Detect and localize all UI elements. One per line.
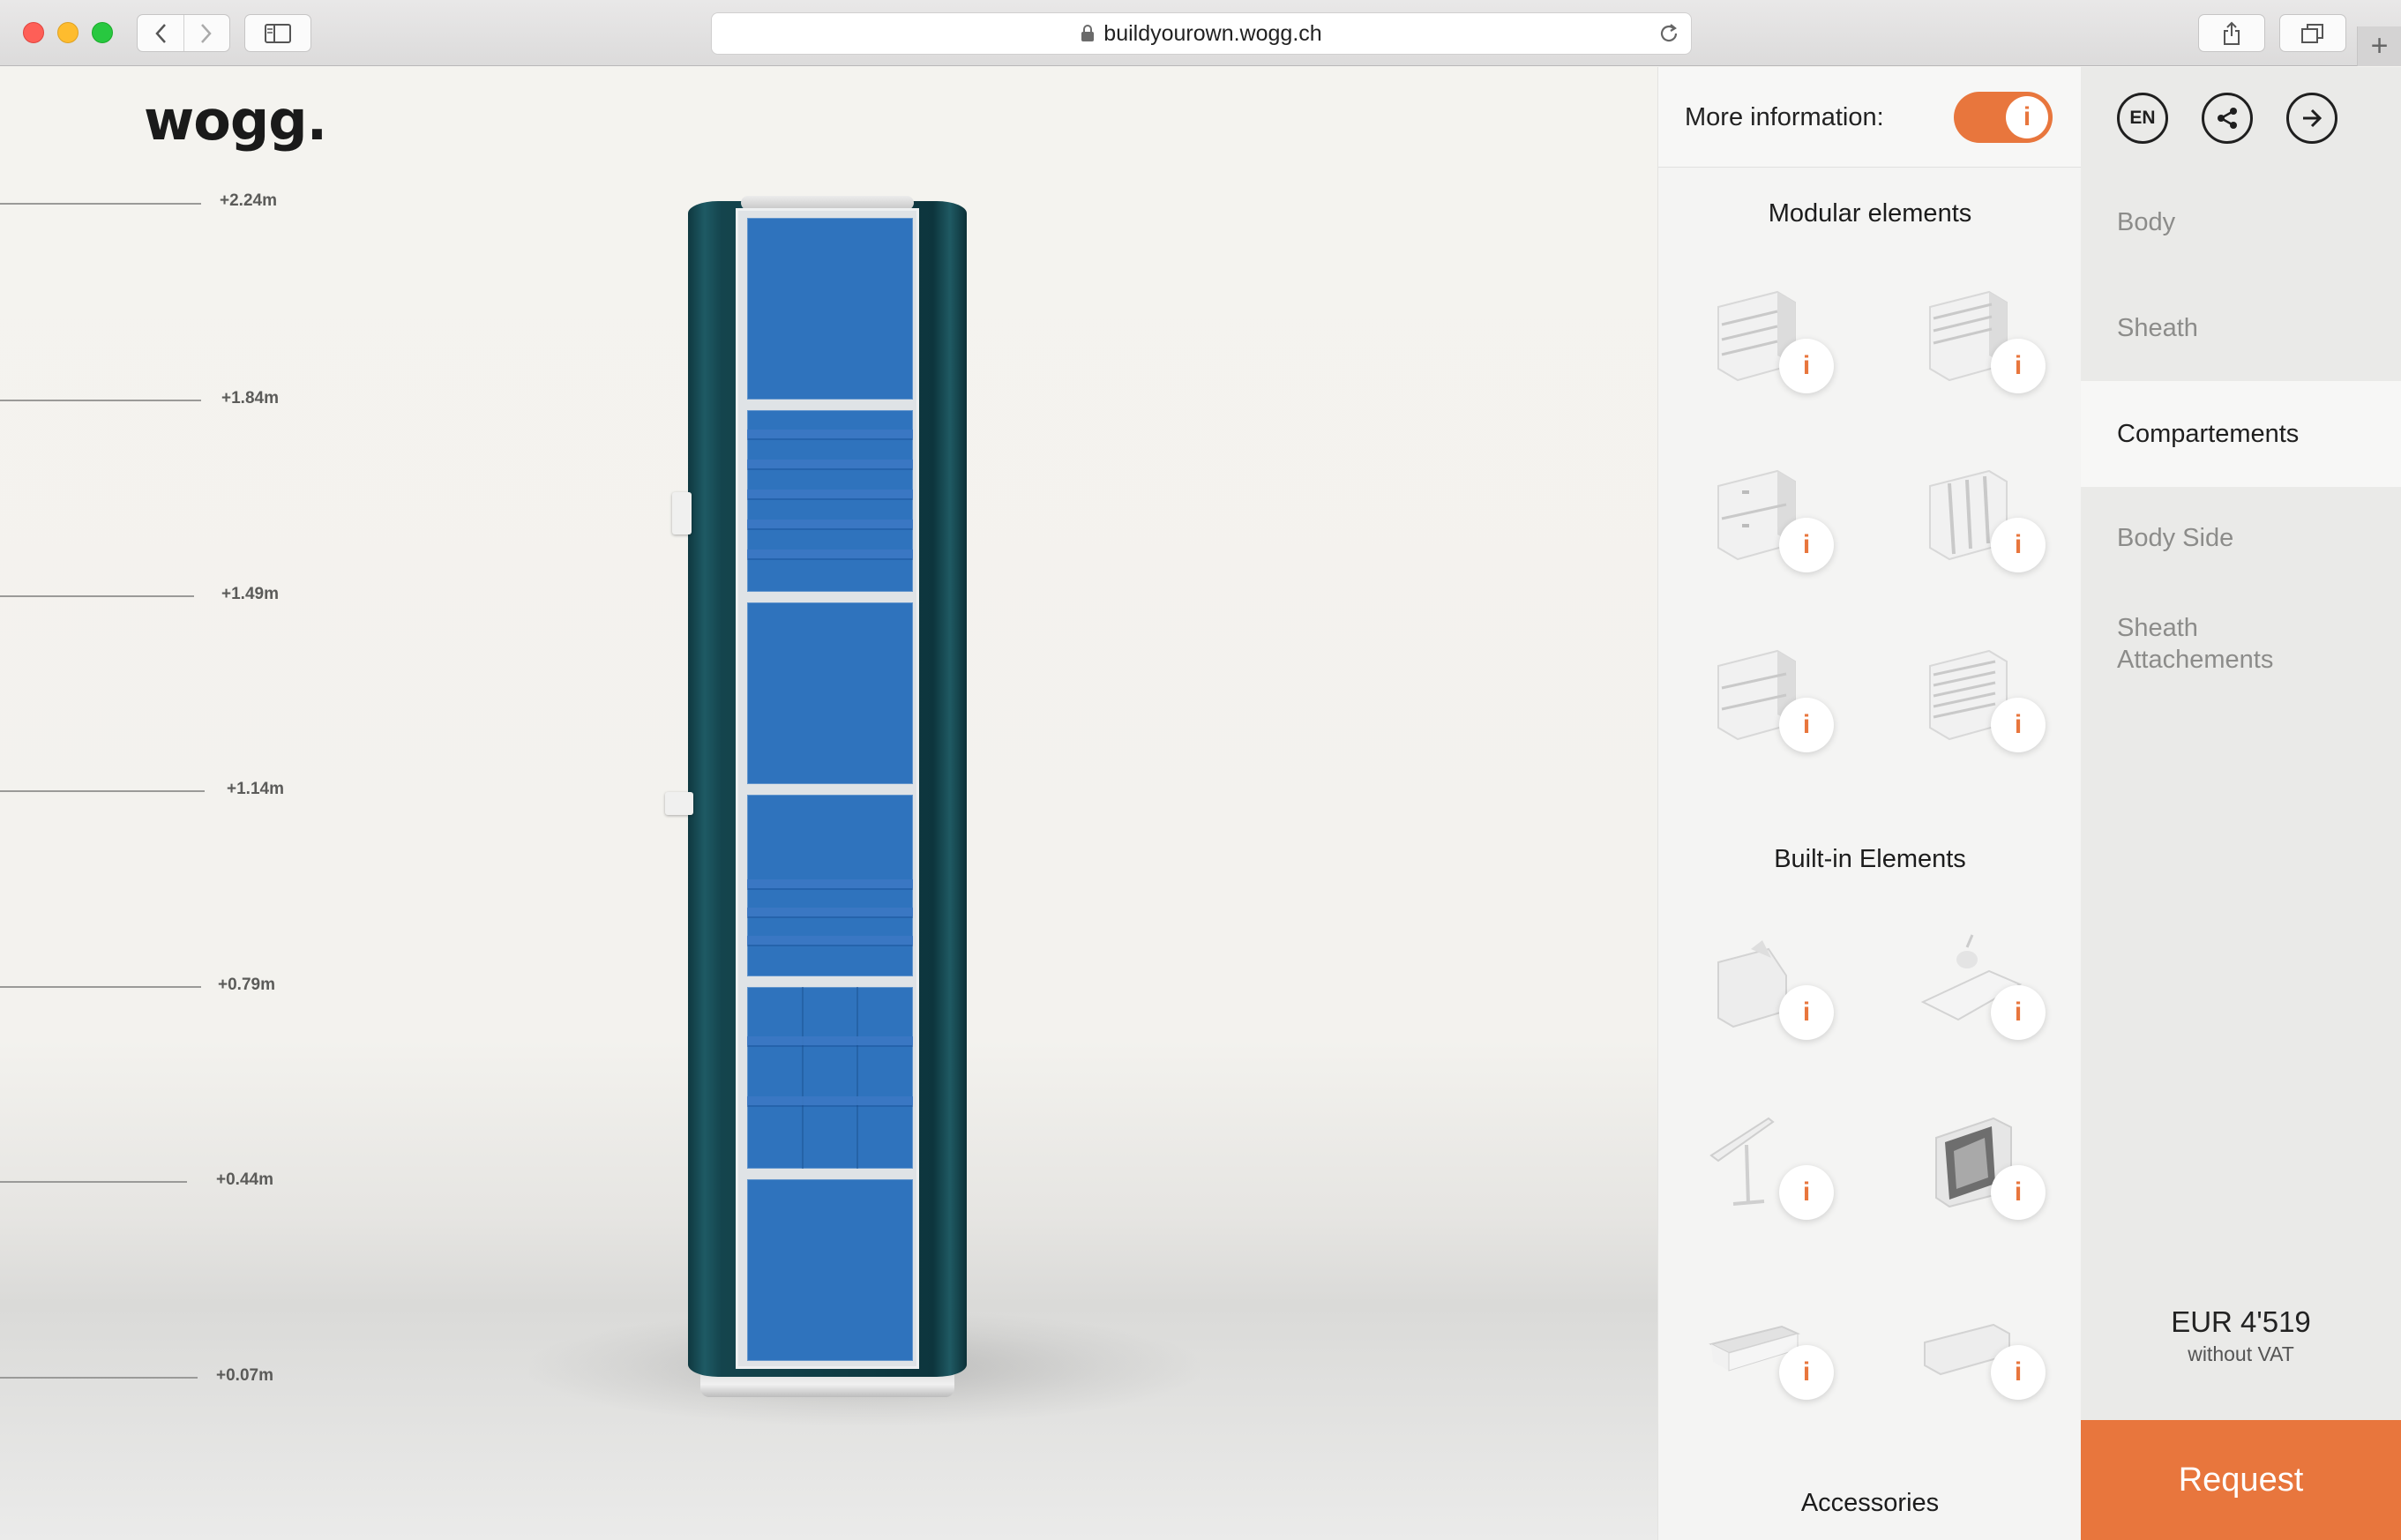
share-button[interactable] bbox=[2202, 93, 2253, 144]
language-button[interactable]: EN bbox=[2117, 93, 2168, 144]
chevron-right-icon bbox=[201, 23, 212, 43]
compartment[interactable] bbox=[747, 795, 913, 976]
section-title-modular-elements: Modular elements bbox=[1768, 199, 1972, 228]
sidebar-icon bbox=[265, 23, 291, 43]
configuration-navigation: EN Body Sheath Compartements Body Side S… bbox=[2081, 67, 2401, 1540]
history-navigation bbox=[137, 14, 230, 52]
share-sheet-icon bbox=[2224, 21, 2240, 45]
compartment[interactable] bbox=[747, 1179, 913, 1361]
more-information-toggle[interactable]: i bbox=[1954, 92, 2053, 143]
section-title-accessories: Accessories bbox=[1800, 1489, 1940, 1517]
nav-item-compartements[interactable]: Compartements bbox=[2081, 381, 2401, 487]
built-in-element-tile[interactable]: i bbox=[1658, 1265, 1861, 1432]
ruler-label: +1.49m bbox=[221, 585, 279, 603]
show-tabs-button[interactable] bbox=[2279, 14, 2346, 52]
sheath-attachment-hook[interactable] bbox=[665, 792, 693, 815]
url-text: buildyourown.wogg.ch bbox=[1103, 20, 1322, 46]
nav-item-body[interactable]: Body bbox=[2081, 206, 2401, 238]
info-icon[interactable]: i bbox=[1779, 339, 1834, 393]
info-icon[interactable]: i bbox=[1991, 518, 2046, 572]
sheath-attachment-hook[interactable] bbox=[672, 492, 692, 535]
modular-element-tile[interactable]: i bbox=[1870, 437, 2073, 605]
wogg-logo[interactable]: wogg. bbox=[144, 88, 327, 153]
share-icon bbox=[2218, 108, 2237, 129]
tabs-overview-icon bbox=[2301, 23, 2323, 43]
built-in-element-tile[interactable]: i bbox=[1870, 905, 2073, 1073]
reload-icon bbox=[1660, 24, 1678, 42]
sidebar-toggle-button[interactable] bbox=[244, 14, 311, 52]
modular-element-tile[interactable]: i bbox=[1870, 258, 2073, 426]
arrow-right-icon bbox=[2303, 108, 2322, 128]
info-icon[interactable]: i bbox=[1991, 339, 2046, 393]
back-button[interactable] bbox=[138, 15, 183, 51]
ruler-line bbox=[0, 986, 201, 988]
info-icon[interactable]: i bbox=[1779, 1345, 1834, 1400]
compartment[interactable] bbox=[747, 987, 913, 1169]
more-information-row: More information: i bbox=[1658, 67, 2082, 168]
info-icon: i bbox=[2006, 96, 2048, 138]
ruler-label: +0.44m bbox=[216, 1170, 273, 1189]
elements-panel: More information: i Modular elements i i… bbox=[1657, 67, 2082, 1540]
configurator-stage[interactable]: wogg. +2.24m +1.84m +1.49m +1.14m +0.79m… bbox=[0, 67, 1657, 1540]
section-title-built-in-elements: Built-in Elements bbox=[1774, 845, 1966, 873]
built-in-element-tile[interactable]: i bbox=[1870, 1085, 2073, 1252]
nav-item-sheath[interactable]: Sheath bbox=[2081, 312, 2401, 344]
new-tab-button[interactable]: + bbox=[2357, 26, 2401, 66]
cabinet-3d-model[interactable] bbox=[665, 196, 967, 1404]
price-amount: EUR 4'519 bbox=[2171, 1305, 2311, 1338]
chevron-left-icon bbox=[155, 23, 166, 43]
ruler-label: +0.79m bbox=[218, 976, 275, 994]
request-button[interactable]: Request bbox=[2081, 1420, 2401, 1540]
info-icon[interactable]: i bbox=[1991, 1165, 2046, 1220]
ruler-line bbox=[0, 203, 201, 205]
ruler-label: +0.07m bbox=[216, 1366, 273, 1385]
compartment[interactable] bbox=[747, 602, 913, 784]
modular-element-tile[interactable]: i bbox=[1658, 258, 1861, 426]
modular-element-tile[interactable]: i bbox=[1658, 437, 1861, 605]
browser-toolbar: buildyourown.wogg.ch + bbox=[0, 0, 2401, 66]
ruler-label: +1.84m bbox=[221, 389, 279, 407]
ruler-line bbox=[0, 400, 201, 401]
compartment[interactable] bbox=[747, 218, 913, 400]
ruler-line bbox=[0, 595, 194, 597]
info-icon[interactable]: i bbox=[1991, 1345, 2046, 1400]
ruler-label: +1.14m bbox=[227, 780, 284, 798]
share-page-button[interactable] bbox=[2198, 14, 2265, 52]
minimize-window-button[interactable] bbox=[57, 22, 79, 43]
nav-item-body-side[interactable]: Body Side bbox=[2081, 522, 2401, 554]
info-icon[interactable]: i bbox=[1991, 698, 2046, 752]
more-information-label: More information: bbox=[1685, 103, 1884, 131]
info-icon[interactable]: i bbox=[1779, 1165, 1834, 1220]
lock-icon bbox=[1081, 25, 1095, 41]
forward-button[interactable] bbox=[183, 15, 230, 51]
nav-item-sheath-attachements[interactable]: Sheath Attachements bbox=[2081, 612, 2293, 676]
next-step-button[interactable] bbox=[2286, 93, 2337, 144]
price-vat-note: without VAT bbox=[2188, 1342, 2294, 1365]
address-bar[interactable]: buildyourown.wogg.ch bbox=[711, 12, 1692, 55]
built-in-element-tile[interactable]: i bbox=[1658, 905, 1861, 1073]
info-icon[interactable]: i bbox=[1779, 985, 1834, 1040]
zoom-window-button[interactable] bbox=[92, 22, 113, 43]
ruler-line bbox=[0, 1181, 187, 1183]
info-icon[interactable]: i bbox=[1991, 985, 2046, 1040]
built-in-element-tile[interactable]: i bbox=[1870, 1265, 2073, 1432]
compartment-frame bbox=[736, 208, 919, 1369]
close-window-button[interactable] bbox=[23, 22, 44, 43]
compartment[interactable] bbox=[747, 410, 913, 592]
modular-element-tile[interactable]: i bbox=[1870, 617, 2073, 785]
ruler-label: +2.24m bbox=[220, 191, 277, 210]
ruler-line bbox=[0, 790, 205, 792]
ruler-line bbox=[0, 1377, 198, 1379]
built-in-element-tile[interactable]: i bbox=[1658, 1085, 1861, 1252]
modular-element-tile[interactable]: i bbox=[1658, 617, 1861, 785]
info-icon[interactable]: i bbox=[1779, 698, 1834, 752]
reload-button[interactable] bbox=[1657, 21, 1680, 52]
info-icon[interactable]: i bbox=[1779, 518, 1834, 572]
